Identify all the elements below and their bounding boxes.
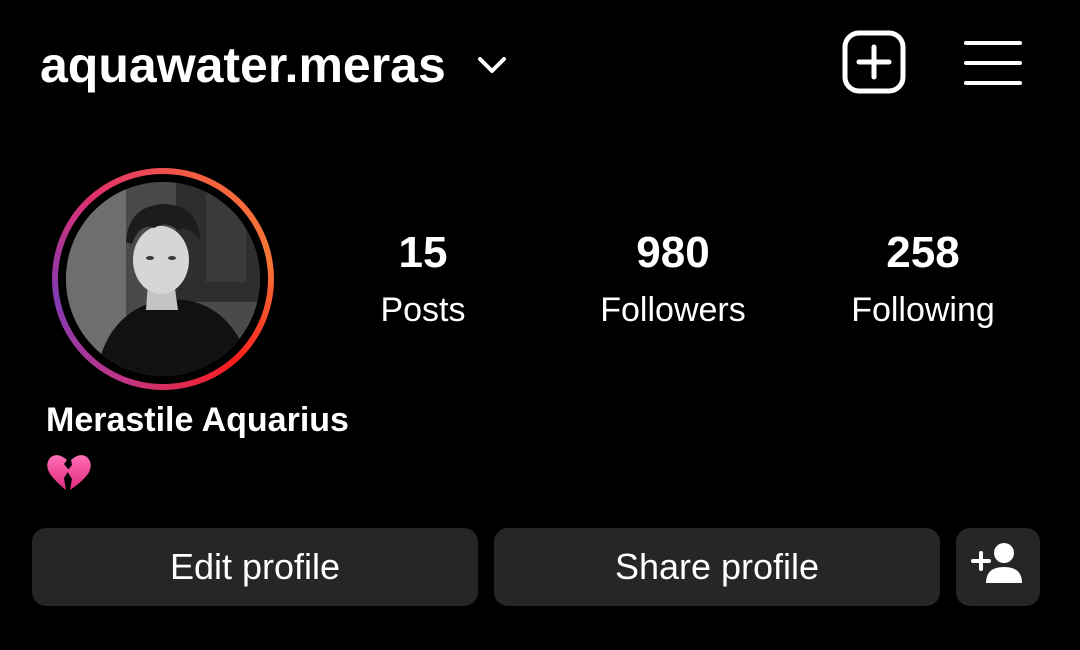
add-person-icon	[970, 541, 1026, 594]
posts-count: 15	[398, 228, 448, 277]
edit-profile-label: Edit profile	[169, 546, 341, 587]
following-count: 258	[886, 228, 960, 277]
posts-label: Posts	[380, 291, 466, 329]
username[interactable]: aquawater.meras	[40, 30, 446, 100]
avatar-gap	[58, 174, 268, 384]
plus-square-icon[interactable]	[842, 30, 906, 94]
chevron-down-icon[interactable]	[474, 47, 510, 83]
hamburger-menu-icon[interactable]	[962, 38, 1022, 88]
edit-profile-button[interactable]: Edit profile	[32, 528, 478, 606]
share-profile-label: Share profile	[614, 546, 820, 587]
avatar	[66, 182, 260, 376]
share-profile-button[interactable]: Share profile	[494, 528, 940, 606]
avatar-story-ring[interactable]	[52, 168, 274, 390]
broken-heart-icon	[46, 452, 92, 492]
profile-page: aquawater.meras 15 Posts 980 Followers 2…	[0, 0, 1080, 650]
stat-posts[interactable]: 15 Posts	[313, 226, 533, 340]
display-name: Merastile Aquarius	[46, 401, 349, 439]
profile-header: aquawater.meras	[40, 30, 510, 100]
followers-count: 980	[636, 228, 710, 277]
followers-label: Followers	[600, 291, 746, 329]
stat-following[interactable]: 258 Following	[813, 226, 1033, 340]
following-label: Following	[851, 291, 995, 329]
discover-people-button[interactable]	[956, 528, 1040, 606]
stat-followers[interactable]: 980 Followers	[563, 226, 783, 340]
